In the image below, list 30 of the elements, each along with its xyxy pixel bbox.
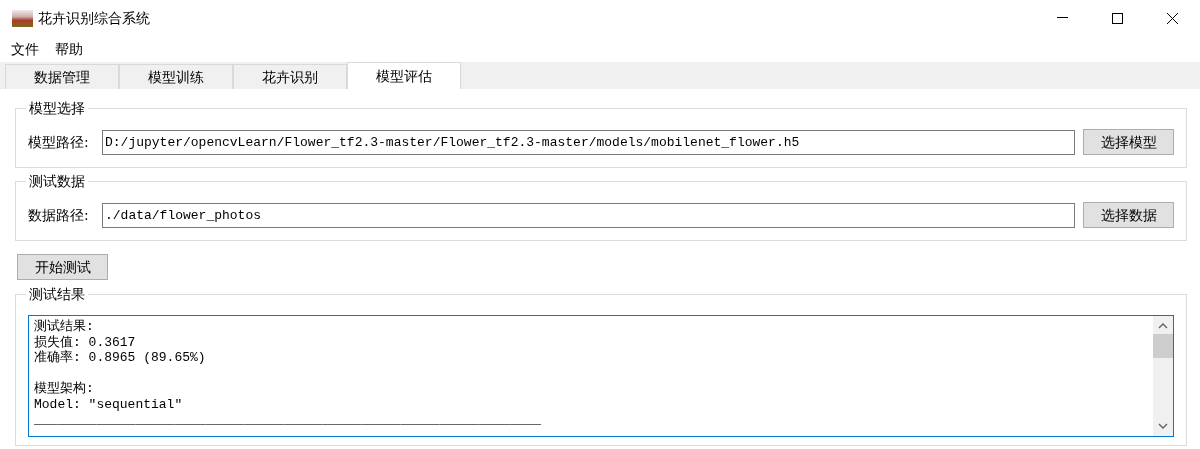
tab[interactable]: 模型训练 (119, 64, 233, 89)
app-icon (12, 9, 33, 27)
menu-item[interactable]: 帮助 (55, 38, 83, 60)
result-line: 测试结果: (34, 319, 95, 335)
window-title: 花卉识别综合系统 (38, 8, 150, 28)
browse-button[interactable]: 选择模型 (1083, 129, 1174, 155)
group-title: 测试数据 (26, 172, 88, 190)
minimize-icon (1057, 17, 1068, 19)
tab[interactable]: 模型评估 (347, 62, 461, 89)
maximize-icon (1112, 12, 1123, 24)
start-test-button[interactable]: 开始测试 (17, 254, 108, 280)
result-line: 模型架构: (34, 381, 95, 397)
result-line: 准确率: 0.8965 (89.65%) (34, 350, 207, 366)
scroll-thumb[interactable] (1153, 334, 1173, 358)
tab[interactable]: 数据管理 (5, 64, 119, 89)
result-line: Model: ″sequential″ (34, 396, 184, 412)
path-field[interactable]: D:/jupyter/opencvLearn/Flower_tf2.3-master/Flower_tf2.3-master/models/mobilenet_flower.h5 (102, 129, 1075, 155)
results-text-area[interactable]: 测试结果: 损失值: 0.3617 准确率: 0.8965 (89.65%) 模型架构: Model: ″sequential″ _________________________________________________________________ (28, 315, 1174, 437)
result-line: _________________________________________________________________ (34, 412, 543, 428)
group-title: 模型选择 (26, 99, 88, 117)
field-label: 数据路径: (28, 205, 90, 225)
tab[interactable]: 花卉识别 (233, 64, 347, 89)
result-line: 损失值: 0.3617 (34, 334, 137, 350)
close-icon (1167, 12, 1178, 24)
menu-item[interactable]: 文件 (11, 38, 39, 60)
browse-button[interactable]: 选择数据 (1083, 202, 1174, 228)
scrollbar[interactable] (1153, 316, 1173, 436)
path-field[interactable]: ./data/flower_photos (102, 202, 1075, 228)
field-label: 模型路径: (28, 132, 90, 152)
group-title: 测试结果 (26, 285, 88, 303)
